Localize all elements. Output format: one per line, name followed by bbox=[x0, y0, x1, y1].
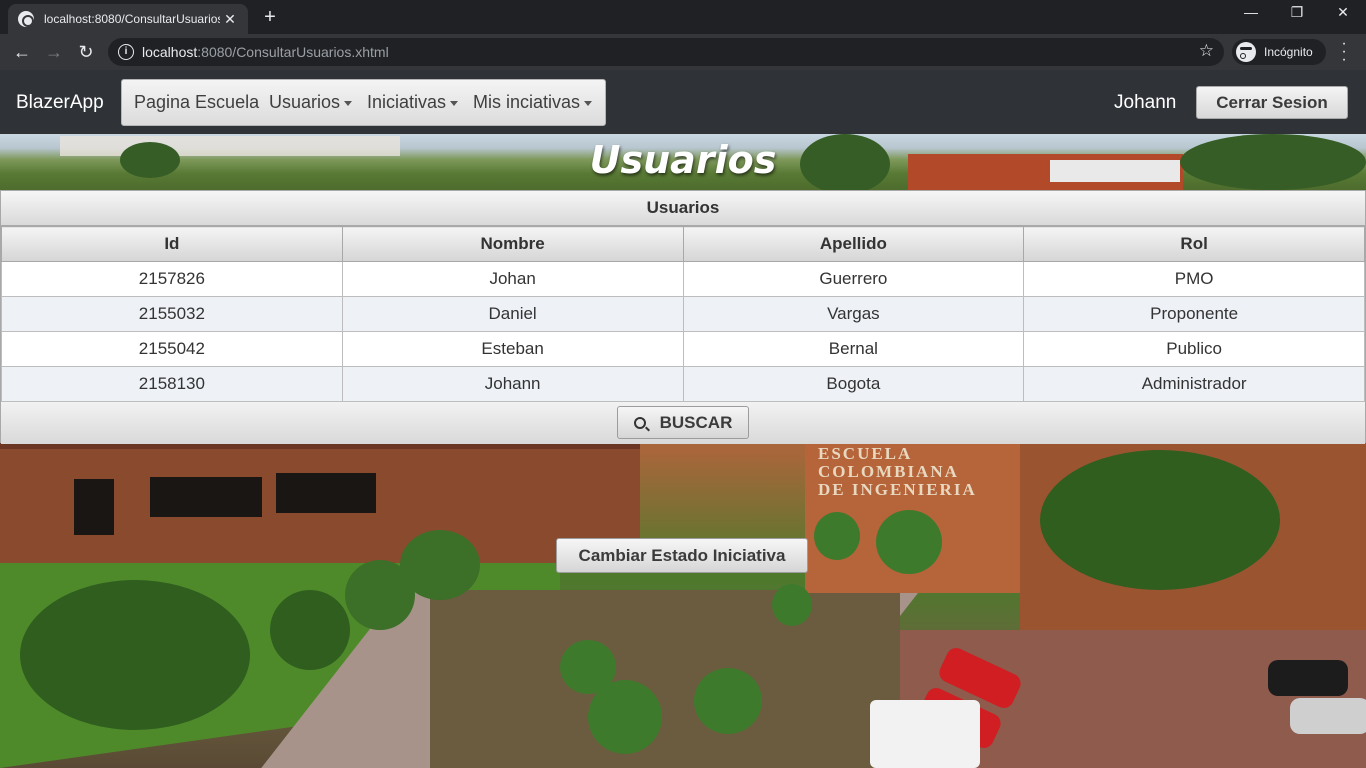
incognito-badge[interactable]: Incógnito bbox=[1232, 39, 1326, 65]
browser-tabstrip: localhost:8080/ConsultarUsuarios ✕ + — ❐… bbox=[0, 0, 1366, 34]
cell-apellido: Vargas bbox=[682, 296, 1025, 332]
logout-button[interactable]: Cerrar Sesion bbox=[1196, 86, 1348, 119]
panel-caption: Usuarios bbox=[1, 191, 1365, 226]
page: ESCUELA COLOMBIANA DE INGENIERIA BlazerA… bbox=[0, 70, 1366, 768]
incognito-icon bbox=[1236, 42, 1256, 62]
cell-nombre: Daniel bbox=[341, 296, 684, 332]
panel-footer: BUSCAR bbox=[1, 402, 1365, 444]
browser-toolbar: ← → ↻ i localhost:8080/ConsultarUsuarios… bbox=[0, 34, 1366, 70]
chevron-down-icon bbox=[450, 100, 459, 106]
reload-icon[interactable]: ↻ bbox=[74, 40, 98, 64]
page-title: Usuarios bbox=[589, 138, 777, 182]
address-bar[interactable]: i localhost:8080/ConsultarUsuarios.xhtml… bbox=[108, 38, 1224, 66]
search-button[interactable]: BUSCAR bbox=[617, 406, 749, 439]
close-window-icon[interactable]: ✕ bbox=[1320, 4, 1366, 21]
back-icon[interactable]: ← bbox=[10, 40, 34, 64]
campus-sign: ESCUELA COLOMBIANA DE INGENIERIA bbox=[818, 444, 977, 499]
hero-banner: Usuarios bbox=[0, 134, 1366, 194]
main-menu: Pagina Escuela Usuarios Iniciativas Mis … bbox=[121, 79, 606, 126]
bg-ambulance bbox=[870, 700, 980, 768]
column-header-nombre[interactable]: Nombre bbox=[341, 226, 684, 262]
table-row[interactable]: 2155042 Esteban Bernal Publico bbox=[1, 331, 1365, 367]
globe-icon bbox=[18, 11, 34, 27]
browser-tab[interactable]: localhost:8080/ConsultarUsuarios ✕ bbox=[8, 4, 248, 34]
plus-icon[interactable]: + bbox=[260, 6, 280, 29]
cell-id: 2157826 bbox=[1, 261, 343, 297]
bg-building-left bbox=[0, 443, 640, 563]
column-header-rol[interactable]: Rol bbox=[1023, 226, 1365, 262]
cell-rol: Publico bbox=[1023, 331, 1365, 367]
current-user: Johann bbox=[1114, 92, 1177, 113]
cell-rol: PMO bbox=[1023, 261, 1365, 297]
column-header-apellido[interactable]: Apellido bbox=[682, 226, 1025, 262]
cell-apellido: Bernal bbox=[682, 331, 1025, 367]
info-icon[interactable]: i bbox=[118, 44, 134, 60]
cell-apellido: Bogota bbox=[682, 366, 1025, 402]
cell-nombre: Esteban bbox=[341, 331, 684, 367]
chevron-down-icon bbox=[584, 100, 593, 106]
table-row[interactable]: 2155032 Daniel Vargas Proponente bbox=[1, 296, 1365, 332]
table-header-row: Id Nombre Apellido Rol bbox=[1, 226, 1365, 262]
restore-icon[interactable]: ❐ bbox=[1274, 4, 1320, 21]
tab-title: localhost:8080/ConsultarUsuarios bbox=[44, 12, 220, 26]
search-icon bbox=[633, 416, 646, 429]
app-navbar: BlazerApp Pagina Escuela Usuarios Inicia… bbox=[0, 70, 1366, 134]
bg-garden bbox=[430, 590, 900, 768]
menu-item-usuarios[interactable]: Usuarios bbox=[269, 92, 353, 113]
incognito-label: Incógnito bbox=[1264, 45, 1313, 59]
users-panel: Usuarios Id Nombre Apellido Rol 2157826 … bbox=[0, 190, 1366, 444]
star-icon[interactable]: ☆ bbox=[1199, 41, 1214, 61]
cell-nombre: Johan bbox=[341, 261, 684, 297]
cell-rol: Proponente bbox=[1023, 296, 1365, 332]
menu-icon[interactable]: · · · bbox=[1336, 36, 1352, 68]
cell-rol: Administrador bbox=[1023, 366, 1365, 402]
chevron-down-icon bbox=[344, 100, 353, 106]
cell-nombre: Johann bbox=[341, 366, 684, 402]
cell-apellido: Guerrero bbox=[682, 261, 1025, 297]
menu-item-pagina-escuela[interactable]: Pagina Escuela bbox=[134, 92, 259, 113]
minimize-icon[interactable]: — bbox=[1228, 4, 1274, 20]
cell-id: 2158130 bbox=[1, 366, 343, 402]
url-text[interactable]: localhost:8080/ConsultarUsuarios.xhtml bbox=[142, 44, 389, 60]
cell-id: 2155032 bbox=[1, 296, 343, 332]
column-header-id[interactable]: Id bbox=[1, 226, 343, 262]
menu-item-mis-iniciativas[interactable]: Mis inciativas bbox=[473, 92, 593, 113]
brand-logo[interactable]: BlazerApp bbox=[16, 92, 104, 114]
users-table: Id Nombre Apellido Rol 2157826 Johan Gue… bbox=[1, 226, 1365, 402]
change-initiative-state-button[interactable]: Cambiar Estado Iniciativa bbox=[556, 538, 808, 573]
cell-id: 2155042 bbox=[1, 331, 343, 367]
table-row[interactable]: 2158130 Johann Bogota Administrador bbox=[1, 366, 1365, 402]
forward-icon[interactable]: → bbox=[42, 40, 66, 64]
close-icon[interactable]: ✕ bbox=[222, 11, 238, 28]
table-row[interactable]: 2157826 Johan Guerrero PMO bbox=[1, 261, 1365, 297]
menu-item-iniciativas[interactable]: Iniciativas bbox=[367, 92, 459, 113]
